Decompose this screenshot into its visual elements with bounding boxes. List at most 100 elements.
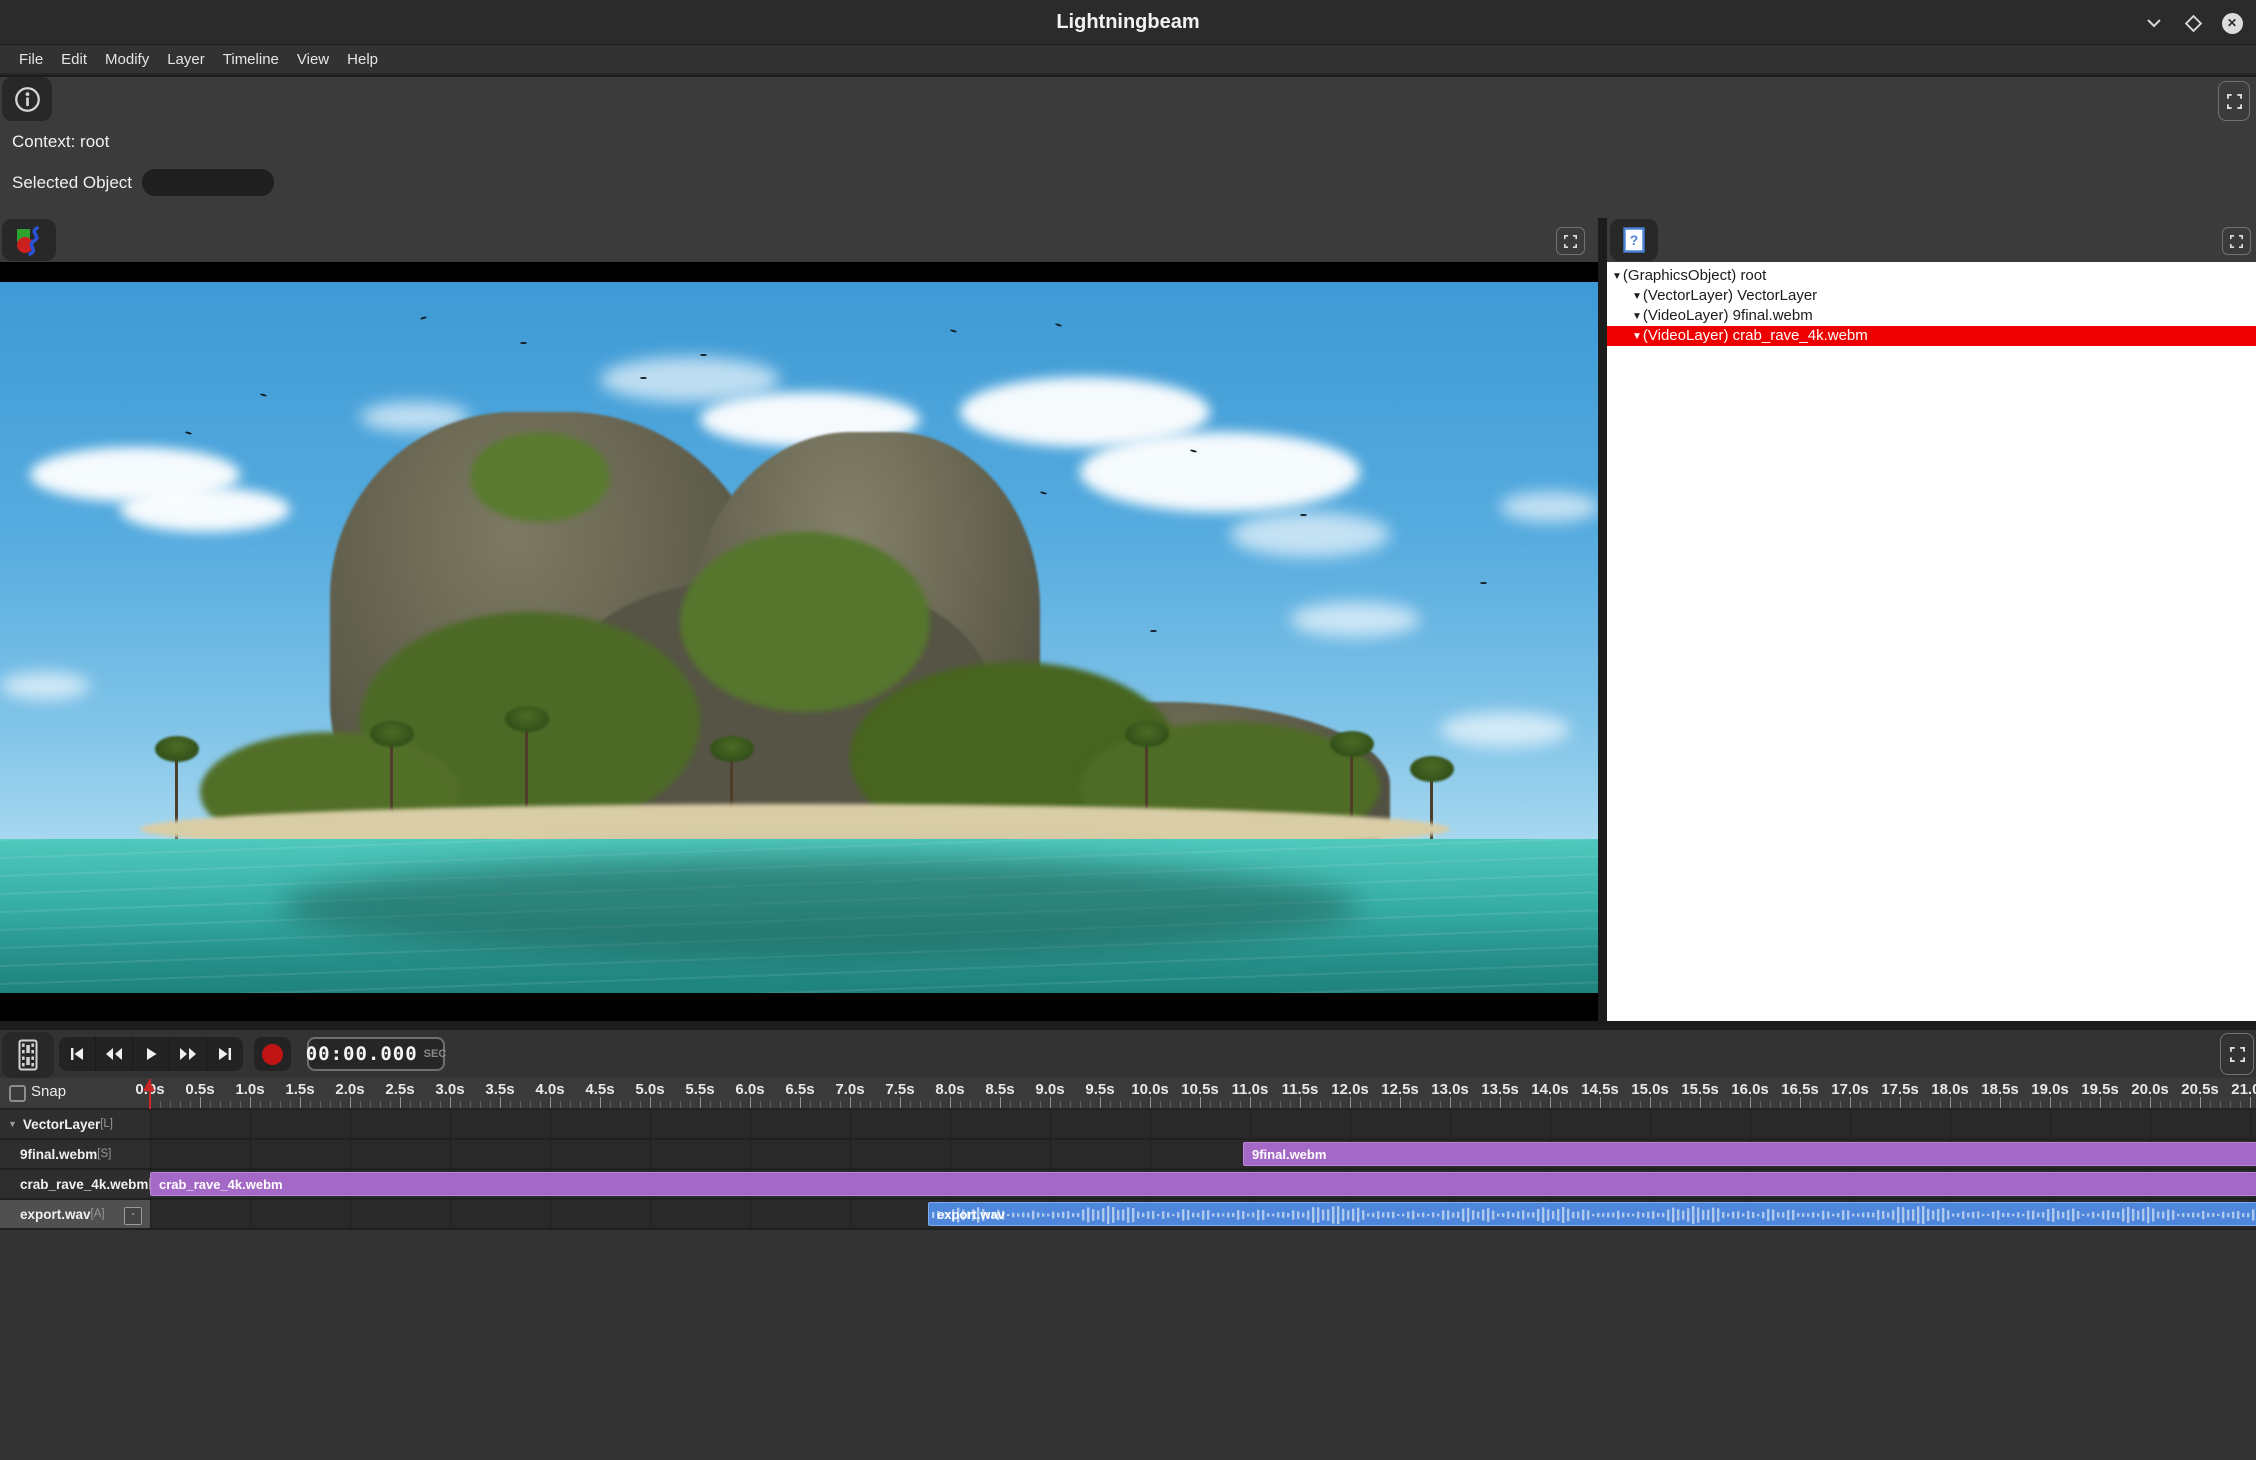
track-collapse-arrow-icon[interactable]: ▼	[8, 1119, 17, 1129]
track-lane[interactable]: crab_rave_4k.webm	[150, 1170, 2256, 1200]
ruler-time-label: 5.0s	[635, 1081, 664, 1098]
menu-item-help[interactable]: Help	[347, 51, 378, 68]
ruler-time-label: 18.0s	[1931, 1081, 1969, 1098]
stage-video-frame[interactable]	[0, 282, 1598, 993]
tree-item-label: (GraphicsObject) root	[1623, 267, 1766, 284]
stage-fullscreen-button[interactable]	[1556, 227, 1585, 255]
ruler-time-label: 17.0s	[1831, 1081, 1869, 1098]
menu-item-modify[interactable]: Modify	[105, 51, 149, 68]
clip-9final-webm[interactable]: 9final.webm	[1243, 1142, 2256, 1166]
track-label-export-wav[interactable]: export.wav[A]-	[0, 1200, 150, 1230]
track-lane[interactable]: 9final.webm	[150, 1140, 2256, 1170]
ruler-time-label: 1.5s	[285, 1081, 314, 1098]
maximize-icon[interactable]	[2180, 10, 2206, 36]
ruler-time-label: 8.5s	[985, 1081, 1014, 1098]
fullscreen-icon	[2230, 235, 2243, 248]
play-button[interactable]	[132, 1037, 169, 1071]
tree-item-label: (VectorLayer) VectorLayer	[1643, 287, 1817, 304]
tree-item[interactable]: ▼(VectorLayer) VectorLayer	[1607, 286, 2256, 306]
fast-forward-button[interactable]	[169, 1037, 206, 1071]
tree-expand-arrow-icon[interactable]: ▼	[1632, 291, 1642, 302]
minimize-icon[interactable]	[2141, 10, 2167, 36]
clip-export-wav[interactable]: export.wav	[928, 1202, 2256, 1226]
bird	[1300, 514, 1307, 516]
cloud	[1080, 432, 1360, 512]
palm-crown	[710, 736, 754, 762]
menu-item-layer[interactable]: Layer	[167, 51, 205, 68]
ruler-time-label: 3.5s	[485, 1081, 514, 1098]
tree-item[interactable]: ▼(GraphicsObject) root	[1607, 266, 2256, 286]
playhead-handle-icon[interactable]	[143, 1080, 155, 1091]
fullscreen-icon	[2230, 1047, 2245, 1062]
ruler-time-label: 19.5s	[2081, 1081, 2119, 1098]
menu-item-view[interactable]: View	[297, 51, 329, 68]
window-title: Lightningbeam	[0, 0, 2256, 44]
ruler-time-label: 16.5s	[1781, 1081, 1819, 1098]
tree-expand-arrow-icon[interactable]: ▼	[1632, 331, 1642, 342]
ruler-time-label: 0.5s	[185, 1081, 214, 1098]
timeline-tab[interactable]	[2, 1032, 54, 1078]
inspector-tab[interactable]	[2, 77, 52, 121]
palm-crown	[155, 736, 199, 762]
menu-bar: File Edit Modify Layer Timeline View Help	[0, 45, 2256, 75]
rewind-button[interactable]	[95, 1037, 132, 1071]
cloud	[1500, 492, 1598, 522]
track-name: 9final.webm	[20, 1147, 97, 1162]
scene-tree-tab[interactable]: ?	[1610, 219, 1658, 261]
tree-expand-arrow-icon[interactable]: ▼	[1632, 311, 1642, 322]
ruler-time-label: 11.5s	[1282, 1081, 1319, 1098]
track-type-tag: [S]	[97, 1148, 111, 1160]
filmstrip-icon	[16, 1039, 40, 1071]
ruler-time-label: 3.0s	[435, 1081, 464, 1098]
shapes-icon	[13, 224, 45, 256]
clip-crab-rave-4k-webm[interactable]: crab_rave_4k.webm	[150, 1172, 2256, 1196]
skip-start-button[interactable]	[59, 1037, 95, 1071]
ruler-time-label: 19.0s	[2031, 1081, 2069, 1098]
track-label-9final-webm[interactable]: 9final.webm[S]	[0, 1140, 150, 1170]
stage-tab[interactable]	[2, 219, 56, 261]
track-mini-button[interactable]: -	[124, 1207, 142, 1225]
island-vegetation	[470, 432, 610, 522]
bird	[520, 342, 527, 344]
ruler-time-label: 13.5s	[1481, 1081, 1519, 1098]
ruler-time-label: 17.5s	[1881, 1081, 1919, 1098]
ruler-time-label: 7.0s	[835, 1081, 864, 1098]
palm-crown	[1330, 731, 1374, 757]
tree-item[interactable]: ▼(VideoLayer) crab_rave_4k.webm	[1607, 326, 2256, 346]
timeline-fullscreen-button[interactable]	[2220, 1033, 2254, 1075]
track-label-vectorlayer[interactable]: ▼ VectorLayer[L]	[0, 1110, 150, 1140]
track-type-tag: [L]	[100, 1118, 113, 1130]
track-label-crab-rave-4k-webm[interactable]: crab_rave_4k.webm[V]	[0, 1170, 150, 1200]
track-lane[interactable]: export.wav	[150, 1200, 2256, 1230]
inspector-fullscreen-button[interactable]	[2218, 81, 2250, 121]
ruler-time-label: 9.0s	[1035, 1081, 1064, 1098]
bird	[640, 377, 647, 379]
scene-tree-header: ?	[1607, 218, 2256, 262]
timeline-ruler[interactable]: Snap 0.0s0.5s1.0s1.5s2.0s2.5s3.0s3.5s4.0…	[0, 1078, 2256, 1110]
ruler-time-label: 5.5s	[685, 1081, 714, 1098]
menu-item-file[interactable]: File	[19, 51, 43, 68]
palm-crown	[370, 721, 414, 747]
tree-expand-arrow-icon[interactable]: ▼	[1612, 271, 1622, 282]
clip-label: export.wav	[937, 1207, 1005, 1222]
menu-item-timeline[interactable]: Timeline	[223, 51, 279, 68]
island-reflection	[280, 857, 1360, 957]
bird	[700, 354, 707, 356]
timeline-panel: 00:00.000 SEC Snap 0.0s0.5s1.0s1.5s2.0s2…	[0, 1030, 2256, 1460]
menu-item-edit[interactable]: Edit	[61, 51, 87, 68]
selected-object-input[interactable]	[142, 169, 274, 196]
palm-crown	[1125, 721, 1169, 747]
fullscreen-icon	[2227, 94, 2242, 109]
clip-label: crab_rave_4k.webm	[159, 1177, 283, 1192]
record-button[interactable]	[254, 1037, 291, 1071]
skip-end-button[interactable]	[206, 1037, 243, 1071]
ruler-time-label: 10.0s	[1131, 1081, 1169, 1098]
scene-tree-fullscreen-button[interactable]	[2222, 227, 2251, 255]
close-icon[interactable]: ✕	[2219, 10, 2245, 36]
tree-item-label: (VideoLayer) 9final.webm	[1643, 307, 1813, 324]
tree-item-label: (VideoLayer) crab_rave_4k.webm	[1643, 327, 1868, 344]
tree-item[interactable]: ▼(VideoLayer) 9final.webm	[1607, 306, 2256, 326]
track-name: VectorLayer	[23, 1117, 100, 1132]
track-lane[interactable]	[150, 1110, 2256, 1140]
ruler-time-label: 2.0s	[335, 1081, 364, 1098]
